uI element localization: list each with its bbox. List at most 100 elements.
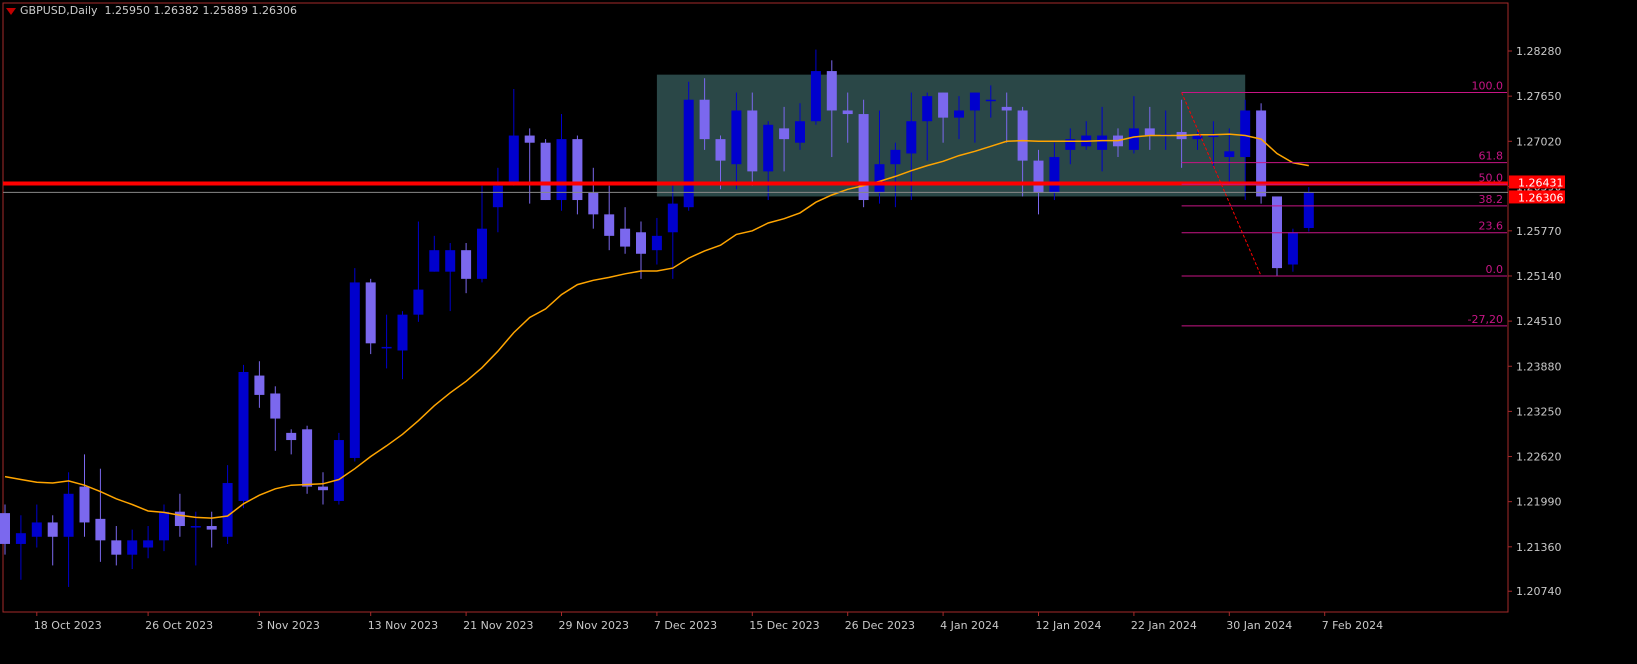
fibo-level-label: 61.8 [1479, 150, 1504, 163]
candle-body [683, 99, 694, 208]
candle-body [969, 92, 980, 111]
candle-body [906, 121, 917, 154]
x-tick-label: 4 Jan 2024 [940, 619, 999, 632]
ohlc-label: 1.25950 1.26382 1.25889 1.26306 [104, 4, 297, 17]
candle-body [174, 511, 185, 527]
candle-body [985, 99, 996, 102]
candle-body [731, 110, 742, 165]
candle-body [1033, 160, 1044, 193]
candle-body [397, 314, 408, 351]
candle-body [31, 522, 42, 537]
candle-body [413, 289, 424, 315]
x-tick-label: 12 Jan 2024 [1036, 619, 1102, 632]
y-tick-label: 1.23250 [1516, 405, 1562, 418]
candle-body [588, 192, 599, 215]
fibo-level-label: -27,20 [1468, 313, 1503, 326]
candle-body [190, 526, 201, 528]
candle-body [810, 71, 821, 122]
candle-body [0, 513, 10, 544]
candle-body [1303, 192, 1314, 228]
y-tick-label: 1.21990 [1516, 496, 1562, 509]
candle-body [333, 440, 344, 501]
candle-body [63, 493, 74, 537]
candle-body [365, 282, 376, 344]
x-tick-label: 22 Jan 2024 [1131, 619, 1197, 632]
candle-body [842, 110, 853, 115]
fibo-level-label: 23.6 [1479, 220, 1504, 233]
x-tick-label: 26 Oct 2023 [145, 619, 213, 632]
candle-body [1240, 110, 1251, 158]
price-chart[interactable]: 1.282801.276501.270201.263901.257701.251… [0, 0, 1637, 664]
candle-body [318, 486, 328, 491]
candle-body [206, 526, 217, 530]
candle-body [238, 371, 249, 501]
x-tick-label: 29 Nov 2023 [559, 619, 629, 632]
candle-body [1001, 106, 1012, 111]
resistance-price-label: 1.26431 [1518, 176, 1564, 189]
x-tick-label: 7 Feb 2024 [1322, 619, 1383, 632]
candle-body [572, 139, 583, 201]
y-tick-label: 1.24510 [1516, 315, 1562, 328]
fibo-level-label: 0.0 [1486, 263, 1504, 276]
x-tick-label: 30 Jan 2024 [1226, 619, 1292, 632]
candle-body [699, 99, 710, 140]
candle-body [1049, 157, 1060, 193]
candle-body [270, 393, 281, 419]
x-tick-label: 13 Nov 2023 [368, 619, 438, 632]
x-tick-label: 18 Oct 2023 [34, 619, 102, 632]
candle-body [954, 110, 964, 118]
y-tick-label: 1.21360 [1516, 541, 1562, 554]
candle-body [620, 228, 631, 247]
candle-body [492, 185, 503, 208]
x-tick-label: 21 Nov 2023 [463, 619, 533, 632]
y-tick-label: 1.20740 [1516, 585, 1562, 598]
candle-body [938, 92, 949, 118]
candle-body [651, 235, 662, 251]
candle-body [890, 149, 901, 165]
y-tick-label: 1.22620 [1516, 451, 1562, 464]
y-tick-label: 1.27650 [1516, 90, 1562, 103]
candle-body [636, 232, 646, 254]
y-tick-label: 1.27020 [1516, 135, 1562, 148]
x-tick-label: 7 Dec 2023 [654, 619, 717, 632]
candle-body [222, 483, 233, 537]
candle-body [1287, 232, 1298, 265]
candle-body [763, 124, 774, 172]
candle-body [445, 250, 456, 272]
candle-body [111, 540, 122, 555]
x-tick-label: 15 Dec 2023 [749, 619, 819, 632]
candle-body [254, 375, 265, 395]
candle-body [874, 164, 885, 193]
y-tick-label: 1.28280 [1516, 45, 1562, 58]
candle-body [524, 135, 535, 143]
x-tick-label: 26 Dec 2023 [845, 619, 915, 632]
candle-body [556, 139, 567, 201]
candle-body [127, 540, 138, 555]
candle-body [508, 135, 519, 183]
candle-body [302, 429, 313, 487]
y-tick-label: 1.25770 [1516, 225, 1562, 238]
fibo-level-label: 38.2 [1479, 193, 1504, 206]
candle-body [461, 250, 472, 279]
candle-body [1017, 110, 1028, 161]
candle-body [826, 71, 837, 111]
candle-body [715, 139, 726, 161]
candle-body [477, 228, 487, 279]
candle-body [795, 121, 805, 143]
candle-body [922, 96, 933, 122]
candle-body [349, 282, 360, 458]
candle-body [15, 533, 26, 544]
candle-body [143, 540, 154, 548]
chart-header: GBPUSD,Daily 1.25950 1.26382 1.25889 1.2… [6, 4, 297, 17]
candle-body [779, 128, 790, 140]
candle-body [540, 142, 551, 201]
fibo-level-label: 50.0 [1479, 171, 1504, 184]
candle-body [95, 518, 106, 541]
candle-body [747, 110, 758, 172]
candle-body [1224, 151, 1235, 158]
candle-body [47, 522, 58, 537]
fibo-level-label: 100.0 [1472, 80, 1504, 93]
dropdown-triangle-icon[interactable] [6, 7, 16, 15]
candle-body [1144, 128, 1155, 136]
symbol-label: GBPUSD,Daily [20, 4, 98, 17]
